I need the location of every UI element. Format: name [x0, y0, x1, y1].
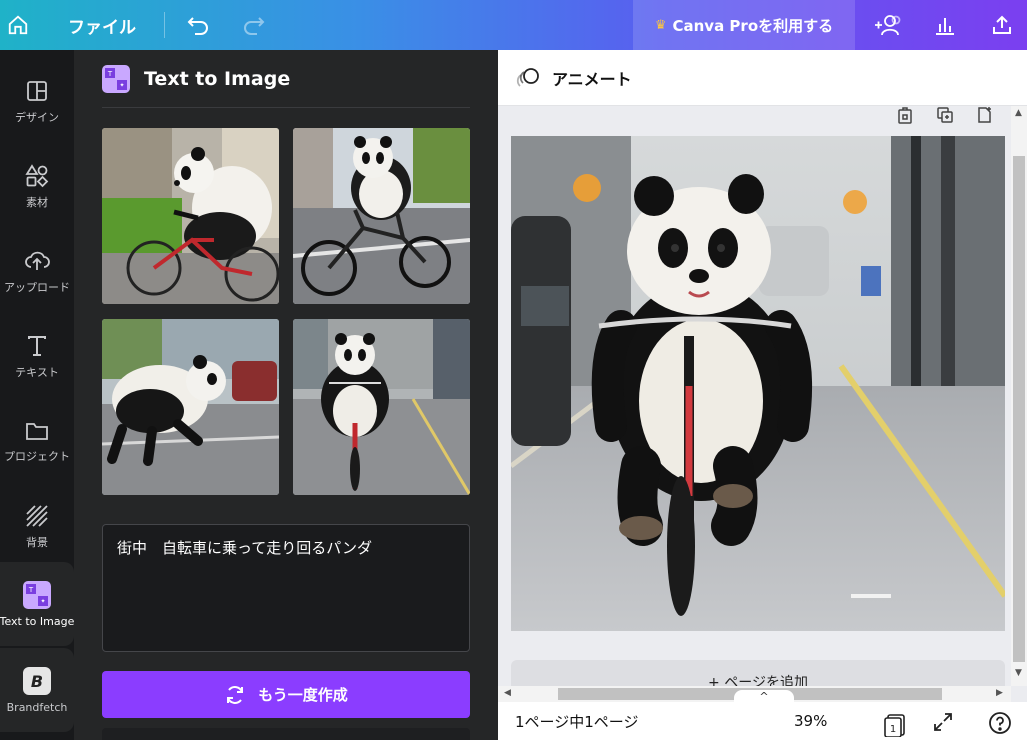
panel-next-section: [102, 728, 470, 740]
page-count-badge: 1: [890, 724, 896, 735]
text-to-image-panel: T ✦ Text to Image 街中 自転車に乗って走り回るパンダ もう一度…: [74, 50, 498, 740]
shapes-icon: [25, 164, 49, 188]
canva-pro-label: Canva Proを利用する: [672, 16, 834, 35]
export-button[interactable]: [982, 0, 1022, 50]
generated-image-thumbnail[interactable]: [293, 319, 470, 495]
rail-item-label: プロジェクト: [4, 450, 70, 463]
text-to-image-app-icon: T✦: [102, 65, 130, 93]
canvas-area: アニメート + ページを追加 ▲ ▼ ◀ ▶ ^ 1ページ中1ページ 39% 1: [498, 50, 1027, 740]
rail-item-label: デザイン: [15, 111, 59, 124]
svg-text:T: T: [28, 586, 34, 594]
vertical-scrollbar-thumb[interactable]: [1013, 156, 1025, 662]
text-icon: [28, 336, 46, 356]
panel-header: T ✦ Text to Image: [102, 64, 290, 94]
panel-title: Text to Image: [144, 68, 291, 90]
top-bar: ファイル ♛ Canva Proを利用する: [0, 0, 1027, 50]
page-lock-icon: [898, 107, 912, 124]
add-page-icon-button[interactable]: [976, 106, 994, 132]
rail-item-label: 背景: [26, 536, 48, 549]
brandfetch-icon: B: [23, 666, 51, 695]
upload-icon: [993, 15, 1011, 34]
rail-item-label: Brandfetch: [6, 700, 68, 714]
animate-icon: [516, 67, 539, 87]
help-icon: [989, 712, 1011, 734]
regenerate-button[interactable]: もう一度作成: [102, 671, 470, 718]
panel-divider: [102, 107, 470, 108]
duplicate-icon: [937, 107, 953, 123]
design-page[interactable]: [511, 136, 1005, 631]
expand-icon: [934, 713, 952, 731]
folder-icon: [26, 423, 48, 440]
duplicate-page-button[interactable]: [936, 106, 954, 132]
add-page-icon: [978, 107, 991, 123]
generated-image-thumbnail[interactable]: [102, 128, 279, 304]
add-person-icon: [875, 15, 901, 36]
rail-item-uploads[interactable]: アップロード: [0, 230, 74, 314]
rail-item-background[interactable]: 背景: [0, 485, 74, 569]
animate-button[interactable]: アニメート: [552, 66, 632, 90]
share-people-button[interactable]: [868, 0, 908, 50]
refresh-icon: [227, 685, 244, 704]
scroll-right-arrow[interactable]: ▶: [996, 688, 1003, 698]
rail-item-label: 素材: [26, 196, 48, 209]
fullscreen-button[interactable]: [932, 711, 954, 737]
lock-page-button[interactable]: [896, 106, 914, 132]
rail-item-text[interactable]: テキスト: [0, 315, 74, 399]
scroll-up-arrow[interactable]: ▲: [1015, 108, 1022, 118]
home-icon: [8, 15, 28, 35]
undo-icon: [187, 17, 208, 35]
file-menu-button[interactable]: ファイル: [52, 0, 152, 50]
generated-image-thumbnail[interactable]: [102, 319, 279, 495]
rail-item-projects[interactable]: プロジェクト: [0, 400, 74, 484]
rail-item-brandfetch[interactable]: B Brandfetch: [0, 648, 74, 732]
rail-item-label: テキスト: [15, 366, 59, 379]
rail-item-text-to-image[interactable]: T ✦ Text to Image: [0, 562, 74, 646]
hatch-pattern-icon: [26, 505, 48, 527]
regenerate-label: もう一度作成: [258, 686, 348, 704]
prompt-textarea[interactable]: 街中 自転車に乗って走り回るパンダ: [102, 524, 470, 652]
animate-bar: アニメート: [498, 50, 1027, 106]
pages-icon: 1: [884, 714, 905, 738]
help-button[interactable]: [988, 711, 1012, 739]
rail-item-design[interactable]: デザイン: [0, 60, 74, 144]
cloud-upload-icon: [25, 251, 50, 270]
page-grid-button[interactable]: 1: [882, 711, 908, 740]
left-rail: デザイン 素材 アップロード テキスト プロジェクト 背景 T ✦ Text to…: [0, 50, 74, 740]
svg-text:✦: ✦: [119, 82, 124, 89]
svg-text:B: B: [31, 672, 43, 691]
redo-icon: [244, 17, 265, 35]
undo-button[interactable]: [182, 0, 214, 50]
crown-icon: ♛: [654, 17, 667, 33]
scroll-left-arrow[interactable]: ◀: [504, 688, 511, 698]
status-footer: 1ページ中1ページ 39% 1: [498, 702, 1027, 740]
svg-text:T: T: [107, 70, 113, 78]
text-to-image-app-icon: T✦: [23, 580, 51, 609]
toolbar-divider: [164, 12, 165, 38]
canva-pro-button[interactable]: ♛ Canva Proを利用する: [633, 0, 855, 50]
svg-text:✦: ✦: [40, 598, 45, 605]
rail-item-elements[interactable]: 素材: [0, 145, 74, 229]
generated-image-thumbnail[interactable]: [293, 128, 470, 304]
page-indicator: 1ページ中1ページ: [515, 712, 639, 731]
layout-icon: [27, 81, 47, 101]
insights-button[interactable]: [925, 0, 965, 50]
zoom-level[interactable]: 39%: [794, 712, 827, 730]
bar-chart-icon: [936, 18, 954, 35]
rail-item-label: アップロード: [4, 281, 70, 294]
rail-item-label: Text to Image: [0, 614, 74, 628]
scroll-down-arrow[interactable]: ▼: [1015, 668, 1022, 678]
home-button[interactable]: [0, 0, 36, 50]
redo-button[interactable]: [238, 0, 270, 50]
page-toolbar: [896, 106, 994, 132]
